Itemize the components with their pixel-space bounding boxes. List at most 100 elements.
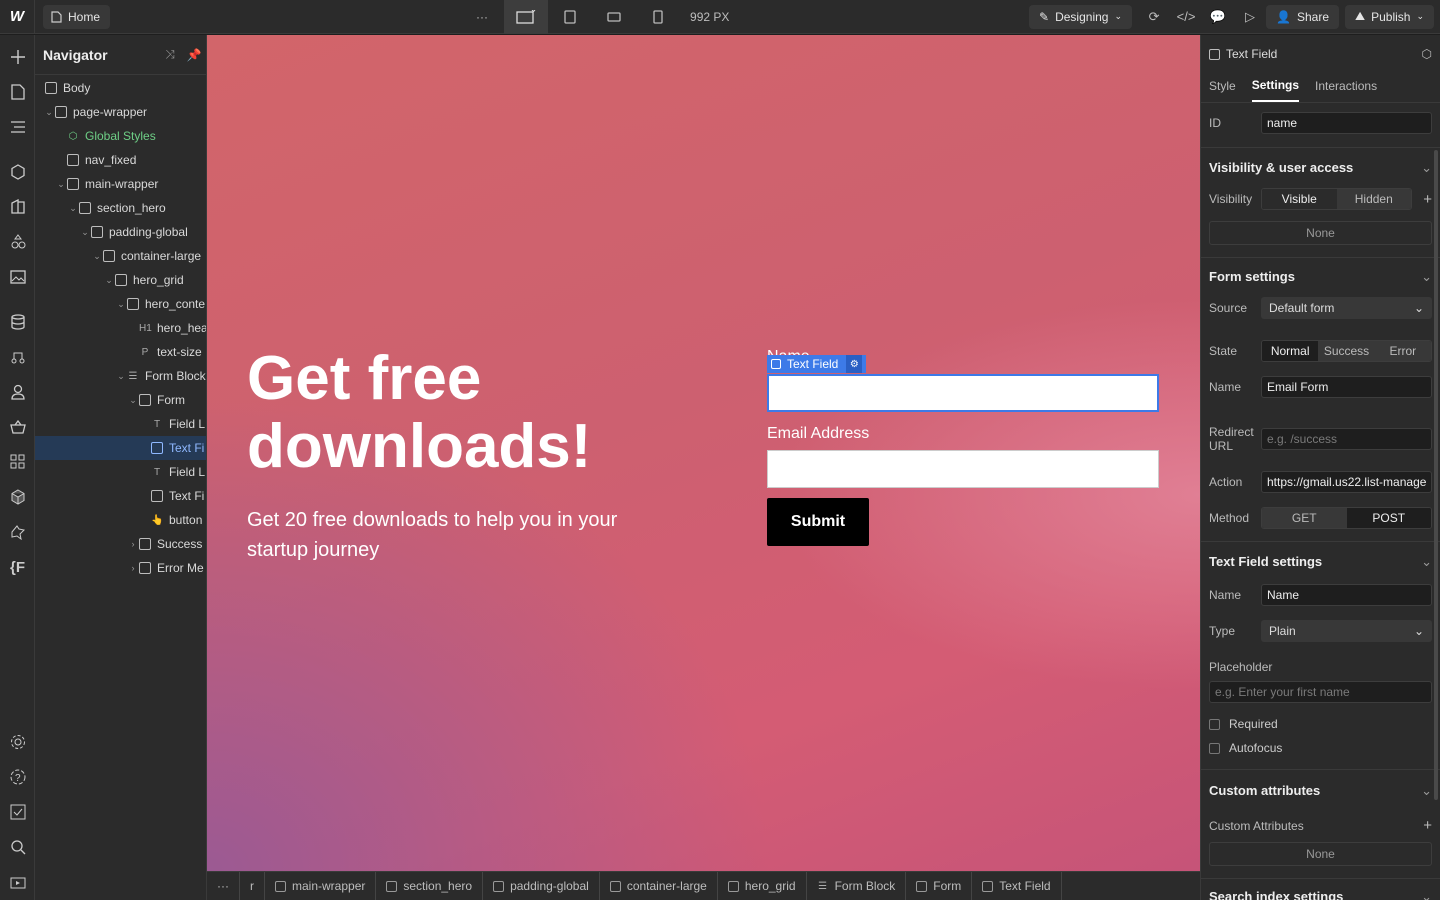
breadcrumb-item[interactable]: main-wrapper	[265, 872, 377, 900]
tab-settings[interactable]: Settings	[1251, 78, 1300, 102]
tab-interactions[interactable]: Interactions	[1315, 79, 1377, 101]
email-field-label[interactable]: Email Address	[767, 425, 869, 443]
name-text-field[interactable]	[767, 374, 1159, 412]
breadcrumb-item[interactable]: Form	[906, 872, 973, 900]
share-button[interactable]: 👤 Share	[1266, 4, 1339, 29]
search-icon[interactable]	[0, 832, 35, 862]
webflow-logo-icon[interactable]: W	[0, 0, 35, 34]
tree-item-body[interactable]: Body	[35, 76, 206, 100]
form-name-input[interactable]: Email Form	[1261, 376, 1432, 398]
breadcrumb-item[interactable]: hero_grid	[718, 872, 807, 900]
design-canvas[interactable]: Get free downloads! Get 20 free download…	[207, 35, 1200, 871]
breadcrumb-item[interactable]: section_hero	[376, 872, 484, 900]
visible-option[interactable]: Visible	[1262, 189, 1337, 209]
type-select[interactable]: Plain ⌄	[1261, 620, 1432, 642]
custom-attributes-none[interactable]: None	[1209, 842, 1432, 866]
chevron-down-icon[interactable]: ⌄	[67, 203, 79, 214]
state-normal[interactable]: Normal	[1262, 341, 1319, 361]
tree-item-hero-heading[interactable]: H1 hero_hea	[35, 316, 206, 340]
autofocus-checkbox[interactable]	[1209, 742, 1220, 754]
navigator-icon[interactable]	[0, 112, 35, 142]
more-options-icon[interactable]: ···	[460, 0, 504, 34]
settings-gear-icon[interactable]	[0, 727, 35, 757]
tree-item-hero-content[interactable]: ⌄ hero_conte	[35, 292, 206, 316]
tree-item-success[interactable]: › Success	[35, 532, 206, 556]
chevron-down-icon[interactable]: ⌄	[79, 227, 91, 238]
hidden-option[interactable]: Hidden	[1336, 189, 1411, 209]
publish-button[interactable]: ⛰ Publish ⌄	[1345, 4, 1434, 29]
method-post[interactable]: POST	[1346, 508, 1431, 528]
required-checkbox[interactable]	[1209, 718, 1220, 730]
source-select[interactable]: Default form ⌄	[1261, 297, 1432, 319]
breadcrumb-item[interactable]: padding-global	[483, 872, 600, 900]
tree-item-page-wrapper[interactable]: ⌄ page-wrapper	[35, 100, 206, 124]
state-error[interactable]: Error	[1374, 341, 1431, 361]
selection-tag[interactable]: Text Field ⚙	[767, 355, 867, 373]
tree-item-text-field-2[interactable]: Text Fi	[35, 484, 206, 508]
mobile-landscape-breakpoint-icon[interactable]	[592, 0, 636, 34]
redirect-input[interactable]: e.g. /success	[1261, 428, 1432, 450]
tab-style[interactable]: Style	[1209, 79, 1236, 101]
text-field-settings-header[interactable]: Text Field settings ⌄	[1209, 554, 1432, 570]
placeholder-input[interactable]: e.g. Enter your first name	[1209, 681, 1432, 703]
home-page-button[interactable]: Home	[43, 4, 111, 29]
preview-play-icon[interactable]: ▷	[1234, 0, 1266, 34]
chevron-down-icon[interactable]: ⌄	[115, 371, 127, 382]
audit-checklist-icon[interactable]	[0, 797, 35, 827]
tree-item-field-label-2[interactable]: T Field L	[35, 460, 206, 484]
plugin-icon[interactable]	[0, 517, 35, 547]
chevron-down-icon[interactable]: ⌄	[55, 179, 67, 190]
visibility-section-header[interactable]: Visibility & user access ⌄	[1209, 160, 1432, 176]
visibility-none-box[interactable]: None	[1209, 221, 1432, 245]
form-settings-header[interactable]: Form settings ⌄	[1209, 269, 1432, 285]
video-tutorials-icon[interactable]	[0, 867, 35, 897]
search-index-header[interactable]: Search index settings ⌄	[1209, 889, 1432, 900]
state-success[interactable]: Success	[1318, 341, 1375, 361]
tree-item-button[interactable]: 👆 button	[35, 508, 206, 532]
panel-scrollbar[interactable]	[1434, 150, 1438, 800]
cms-icon[interactable]	[0, 307, 35, 337]
tablet-breakpoint-icon[interactable]	[548, 0, 592, 34]
id-input[interactable]: name	[1261, 112, 1432, 134]
logic-icon[interactable]	[0, 342, 35, 372]
desktop-breakpoint-icon[interactable]	[504, 0, 549, 34]
add-elements-icon[interactable]	[0, 42, 35, 72]
required-row[interactable]: Required	[1209, 717, 1432, 731]
tree-item-main-wrapper[interactable]: ⌄ main-wrapper	[35, 172, 206, 196]
assets-icon[interactable]	[0, 262, 35, 292]
ecommerce-icon[interactable]	[0, 412, 35, 442]
chevron-down-icon[interactable]: ⌄	[91, 251, 103, 262]
hero-heading[interactable]: Get free downloads!	[247, 345, 667, 481]
tree-item-field-label[interactable]: T Field L	[35, 412, 206, 436]
tree-item-text-size[interactable]: Ptext-size	[35, 340, 206, 364]
comments-icon[interactable]: 💬	[1202, 0, 1234, 34]
add-condition-icon[interactable]: +	[1412, 191, 1432, 208]
settings-gear-icon[interactable]: ⚙	[846, 355, 863, 373]
sync-icon[interactable]: ⟳	[1138, 0, 1170, 34]
tree-item-padding-global[interactable]: ⌄ padding-global	[35, 220, 206, 244]
style-selectors-icon[interactable]	[0, 192, 35, 222]
autofocus-row[interactable]: Autofocus	[1209, 741, 1432, 755]
method-get[interactable]: GET	[1262, 508, 1347, 528]
components-icon[interactable]	[0, 157, 35, 187]
action-input[interactable]: https://gmail.us22.list-manage	[1261, 471, 1432, 493]
finsweet-icon[interactable]: {F	[0, 552, 35, 582]
tree-item-error-message[interactable]: › Error Me	[35, 556, 206, 580]
pin-icon[interactable]: 📌	[182, 48, 206, 62]
code-icon[interactable]: </>	[1170, 0, 1202, 34]
variables-icon[interactable]	[0, 227, 35, 257]
chevron-right-icon[interactable]: ›	[127, 563, 139, 573]
tree-item-form-block[interactable]: ⌄ ☰ Form Block	[35, 364, 206, 388]
email-text-field[interactable]	[767, 450, 1159, 488]
chevron-down-icon[interactable]: ⌄	[103, 275, 115, 286]
designer-mode-dropdown[interactable]: ✎ Designing ⌄	[1029, 4, 1133, 29]
custom-attributes-header[interactable]: Custom attributes ⌄	[1209, 783, 1432, 799]
tree-item-form[interactable]: ⌄ Form	[35, 388, 206, 412]
tree-item-container-large[interactable]: ⌄ container-large	[35, 244, 206, 268]
hero-subtitle[interactable]: Get 20 free downloads to help you in you…	[247, 505, 647, 565]
add-attribute-icon[interactable]: +	[1423, 817, 1432, 834]
chevron-right-icon[interactable]: ›	[127, 539, 139, 549]
breadcrumb-item[interactable]: ☰ Form Block	[807, 872, 907, 900]
users-icon[interactable]	[0, 377, 35, 407]
chevron-down-icon[interactable]: ⌄	[115, 299, 127, 310]
